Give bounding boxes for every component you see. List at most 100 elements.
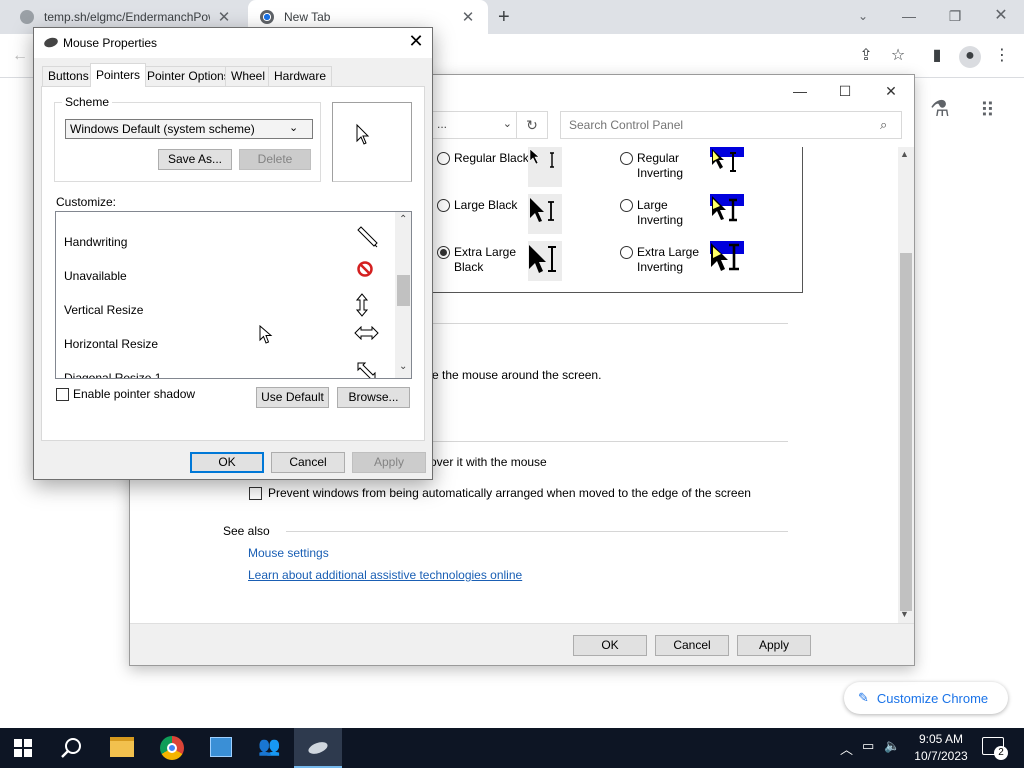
mouse-settings-link[interactable]: Mouse settings — [248, 546, 329, 560]
mouse-properties-dialog: Mouse Properties ✕ Buttons Pointers Poin… — [33, 27, 433, 480]
close-window-icon[interactable]: ✕ — [978, 2, 1024, 30]
ok-button[interactable]: OK — [190, 452, 264, 473]
search-input[interactable] — [560, 111, 902, 139]
horizontal-resize-icon — [354, 325, 380, 343]
start-icon[interactable] — [14, 739, 32, 760]
pencil-icon: ✎ — [858, 690, 869, 705]
list-item-vertical-resize[interactable]: Vertical Resize — [64, 303, 143, 317]
new-tab-icon[interactable]: + — [498, 6, 510, 29]
mouse-icon — [42, 36, 60, 49]
share-icon[interactable]: ⇪ — [856, 46, 876, 66]
list-scrollbar-thumb[interactable] — [397, 275, 410, 306]
tab-pointers[interactable]: Pointers — [90, 63, 147, 87]
enable-pointer-shadow-checkbox[interactable] — [56, 387, 69, 401]
refresh-icon[interactable]: ↻ — [516, 111, 548, 139]
close-tab-icon[interactable]: ✕ — [216, 8, 232, 26]
ok-button[interactable]: OK — [573, 635, 647, 656]
scrollbar-thumb[interactable] — [900, 253, 912, 611]
radio-button[interactable] — [620, 152, 633, 165]
users-icon[interactable]: 👥 — [258, 736, 280, 757]
apply-button[interactable]: Apply — [737, 635, 811, 656]
show-hidden-icons-chevron-icon[interactable]: ︿ — [840, 739, 853, 758]
scheme-value: Windows Default (system scheme) — [70, 122, 255, 136]
delete-button: Delete — [239, 149, 311, 170]
globe-icon — [20, 10, 34, 24]
list-item-diagonal-resize[interactable]: Diagonal Resize 1 — [64, 371, 161, 378]
restore-icon[interactable]: ❐ — [932, 2, 978, 30]
cursor-preview-large-black — [528, 194, 562, 234]
tab-pointer-options[interactable]: Pointer Options — [141, 66, 236, 86]
minimize-icon[interactable]: — — [886, 2, 932, 30]
scheme-regular-inverting[interactable]: Regular Inverting — [620, 151, 707, 181]
cursor-list[interactable]: Handwriting Unavailable Vertical Resize … — [55, 211, 412, 379]
tab-title: temp.sh/elgmc/EndermanchPow — [44, 10, 210, 24]
list-item-unavailable[interactable]: Unavailable — [64, 269, 127, 283]
cursor-preview-extra-large-black — [528, 241, 562, 281]
prevent-arrange-checkbox-row[interactable]: Prevent windows from being automatically… — [249, 486, 751, 500]
pointer-shadow-row[interactable]: Enable pointer shadow — [56, 387, 195, 401]
tab-buttons[interactable]: Buttons — [42, 66, 95, 86]
scheme-extra-large-inverting[interactable]: Extra Large Inverting — [620, 245, 709, 275]
maximize-icon[interactable]: ☐ — [835, 83, 855, 100]
customize-chrome-label: Customize Chrome — [876, 690, 989, 706]
radio-button[interactable] — [437, 152, 450, 165]
radio-button[interactable] — [620, 246, 633, 259]
browse-button[interactable]: Browse... — [337, 387, 410, 408]
vertical-resize-icon — [355, 293, 372, 320]
cursor-preview-box — [332, 102, 412, 182]
close-tab-icon[interactable]: ✕ — [460, 8, 476, 26]
volume-icon[interactable]: 🔈 — [884, 738, 900, 754]
see-also-heading: See also — [223, 524, 270, 538]
close-icon[interactable]: ✕ — [406, 31, 426, 52]
cancel-button[interactable]: Cancel — [655, 635, 729, 656]
file-explorer-icon[interactable] — [110, 737, 134, 757]
assistive-technologies-link[interactable]: Learn about additional assistive technol… — [248, 568, 522, 582]
network-icon[interactable]: ▭ — [862, 738, 874, 754]
cursor-preview-large-inverting — [710, 194, 744, 234]
back-icon[interactable]: ← — [10, 46, 30, 66]
chrome-icon — [260, 10, 274, 24]
labs-flask-icon[interactable]: ⚗ — [930, 96, 950, 122]
scroll-down-icon[interactable]: ▼ — [900, 609, 909, 619]
chrome-icon[interactable] — [160, 736, 184, 760]
radio-button-selected[interactable] — [437, 246, 450, 259]
search-icon[interactable]: ⌕ — [880, 117, 887, 133]
scheme-large-inverting[interactable]: Large Inverting — [620, 198, 707, 228]
prevent-arrange-checkbox[interactable] — [249, 486, 262, 500]
close-icon[interactable]: ✕ — [881, 83, 901, 100]
scheme-dropdown[interactable]: Windows Default (system scheme) — [65, 119, 313, 139]
scroll-up-icon[interactable]: ▲ — [900, 149, 909, 159]
menu-kebab-icon[interactable]: ⋮ — [992, 46, 1012, 66]
scroll-up-icon[interactable]: ⌃ — [399, 214, 407, 225]
minimize-icon[interactable]: — — [790, 83, 810, 99]
control-panel-icon[interactable] — [210, 737, 232, 757]
scheme-regular-black[interactable]: Regular Black — [437, 151, 529, 166]
scheme-label: Scheme — [62, 95, 113, 109]
customize-chrome-button[interactable]: ✎ Customize Chrome — [844, 682, 1008, 714]
radio-button[interactable] — [620, 199, 633, 212]
tab-wheel[interactable]: Wheel — [225, 66, 272, 86]
mouse-properties-taskbar-button[interactable] — [294, 728, 342, 768]
unavailable-icon — [356, 260, 376, 283]
search-icon[interactable] — [60, 736, 84, 763]
use-default-button[interactable]: Use Default — [256, 387, 329, 408]
radio-button[interactable] — [437, 199, 450, 212]
chevron-down-icon: ⌄ — [502, 118, 512, 130]
side-panel-icon[interactable]: ▮ — [927, 46, 947, 66]
clock-time[interactable]: 9:05 AM — [916, 732, 966, 746]
bookmark-star-icon[interactable]: ☆ — [888, 46, 908, 66]
list-item-handwriting[interactable]: Handwriting — [64, 235, 127, 249]
pointer-scheme-box: Regular Black Regular Inverting Large Bl… — [430, 147, 803, 293]
tab-hardware[interactable]: Hardware — [268, 66, 333, 86]
apps-grid-icon[interactable]: ⠿ — [980, 98, 995, 123]
cancel-button[interactable]: Cancel — [271, 452, 345, 473]
scroll-down-icon[interactable]: ⌄ — [399, 361, 407, 372]
tab-search-icon[interactable]: ⌄ — [840, 2, 886, 30]
clock-date[interactable]: 10/7/2023 — [912, 749, 970, 763]
scheme-large-black[interactable]: Large Black — [437, 198, 517, 213]
address-dropdown[interactable]: ... ⌄ — [430, 111, 516, 139]
save-as-button[interactable]: Save As... — [158, 149, 232, 170]
scheme-extra-large-black[interactable]: Extra Large Black — [437, 245, 526, 275]
profile-icon[interactable]: ● — [959, 46, 981, 68]
list-item-horizontal-resize[interactable]: Horizontal Resize — [64, 337, 158, 351]
